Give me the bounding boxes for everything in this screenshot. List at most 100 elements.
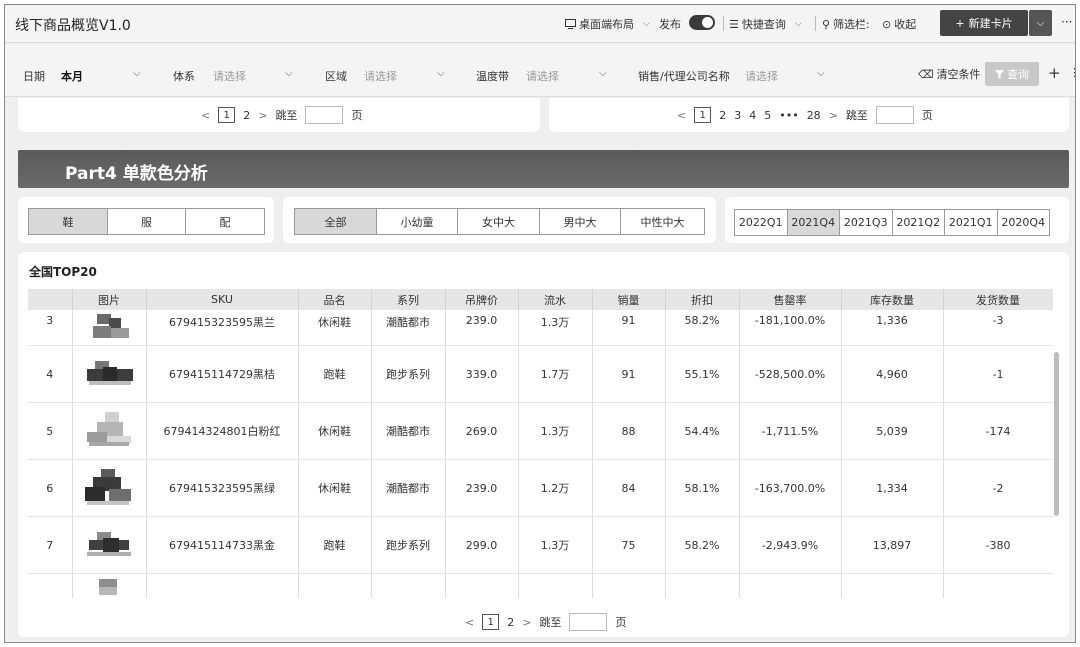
discount-cell: 55.1% bbox=[665, 345, 740, 403]
discount-cell: 58.2% bbox=[665, 310, 740, 346]
date-filter-select[interactable]: 本月 bbox=[61, 68, 83, 84]
table-scroll-area[interactable]: 图片 SKU 品名 系列 吊牌价 流水 销量 折扣 售罄率 库存数量 发货数量 bbox=[28, 289, 1053, 598]
publish-toggle[interactable] bbox=[689, 15, 715, 30]
prev-page-button[interactable]: < bbox=[465, 616, 474, 629]
filter-icon: ⚲ bbox=[822, 17, 831, 31]
tab-apparel[interactable]: 服 bbox=[108, 209, 186, 234]
pager-left: < 1 2 > 跳至 页 bbox=[201, 106, 362, 124]
goto-page-input[interactable] bbox=[305, 106, 344, 124]
company-filter-select[interactable]: 请选择 bbox=[745, 68, 778, 84]
table-row[interactable]: 5 679414324801白粉红 休闲鞋 潮酷都市 269.0 1.3万 88… bbox=[28, 402, 1053, 460]
page-link[interactable]: 2 bbox=[719, 109, 726, 122]
product-thumbnail bbox=[85, 314, 133, 342]
collapse-button[interactable]: ⊙ 收起 bbox=[882, 16, 916, 32]
current-page[interactable]: 1 bbox=[482, 614, 500, 630]
ellipsis[interactable]: ••• bbox=[779, 109, 798, 122]
new-card-button[interactable]: + 新建卡片 bbox=[940, 10, 1028, 36]
table-row[interactable]: 6 679415323595黑绿 休闲鞋 潮酷都市 239.0 1.2万 84 … bbox=[28, 459, 1053, 517]
temperature-filter-select[interactable]: 请选择 bbox=[526, 68, 559, 84]
tab-all[interactable]: 全部 bbox=[295, 209, 377, 234]
shipped-cell: -1 bbox=[943, 345, 1053, 403]
page-link[interactable]: 28 bbox=[807, 109, 821, 122]
add-filter-button[interactable]: + bbox=[1048, 64, 1061, 82]
table-row[interactable]: 4 679415114729黑桔 跑鞋 跑步系列 339.0 1.7万 91 5… bbox=[28, 345, 1053, 403]
tab-women[interactable]: 女中大 bbox=[458, 209, 540, 234]
next-page-button[interactable]: > bbox=[258, 109, 267, 122]
page-2-link[interactable]: 2 bbox=[243, 109, 250, 122]
price-cell: 239.0 bbox=[445, 310, 519, 346]
sellthrough-cell: -528,500.0% bbox=[739, 345, 842, 403]
product-image bbox=[72, 310, 147, 346]
sales-cell: 91 bbox=[592, 310, 666, 346]
tab-unisex[interactable]: 中性中大 bbox=[621, 209, 704, 234]
page-link[interactable]: 4 bbox=[749, 109, 756, 122]
toolbar-divider bbox=[723, 16, 724, 31]
tab-2020q4[interactable]: 2020Q4 bbox=[996, 209, 1050, 236]
clear-filters-button[interactable]: ⌫ 清空条件 bbox=[918, 66, 981, 82]
page-2-link[interactable]: 2 bbox=[507, 616, 514, 629]
tab-shoes[interactable]: 鞋 bbox=[29, 209, 108, 234]
quick-query-label: 快捷查询 bbox=[741, 18, 786, 31]
next-page-button[interactable]: > bbox=[522, 616, 531, 629]
monitor-icon bbox=[565, 19, 576, 29]
filter-bar: 日期 本月 ⌵ 体系 请选择 ⌵ 区域 请选择 ⌵ 温度带 请选择 ⌵ 销售/代… bbox=[5, 44, 1075, 97]
system-filter-select[interactable]: 请选择 bbox=[213, 68, 246, 84]
goto-label: 跳至 bbox=[275, 109, 298, 122]
table-scrollbar[interactable] bbox=[1054, 352, 1059, 516]
tab-kids[interactable]: 小幼童 bbox=[377, 209, 458, 234]
query-button[interactable]: 查询 bbox=[985, 62, 1039, 86]
filter-bar-toggle[interactable]: ⚲ 筛选栏: bbox=[822, 16, 870, 32]
circle-up-icon: ⊙ bbox=[882, 17, 892, 31]
tab-accessories[interactable]: 配 bbox=[186, 209, 264, 234]
tab-2021q1[interactable]: 2021Q1 bbox=[944, 209, 998, 236]
filter-bar-label: 筛选栏: bbox=[833, 18, 870, 31]
new-card-dropdown[interactable]: ⌵ bbox=[1029, 10, 1052, 36]
prev-page-button[interactable]: < bbox=[201, 109, 210, 122]
quick-query-button[interactable]: ☰ 快捷查询 ⌵ bbox=[729, 16, 802, 32]
section-title: Part4 单款色分析 bbox=[65, 164, 208, 184]
page-link[interactable]: 5 bbox=[764, 109, 771, 122]
sales-cell bbox=[592, 573, 666, 598]
next-page-button[interactable]: > bbox=[829, 109, 838, 122]
table-row[interactable]: 3 679415323595黑兰 休闲鞋 潮酷都市 239.0 1.3万 91 … bbox=[28, 310, 1053, 346]
collapse-label: 收起 bbox=[894, 18, 917, 31]
section-banner: Part4 单款色分析 bbox=[18, 150, 1069, 188]
tab-2021q4[interactable]: 2021Q4 bbox=[786, 209, 840, 236]
name-cell: 跑鞋 bbox=[298, 345, 372, 403]
rank-cell: 5 bbox=[28, 402, 73, 460]
stock-cell bbox=[841, 573, 944, 598]
chevron-down-icon: ⌵ bbox=[817, 68, 825, 79]
more-menu-button[interactable]: ··· bbox=[1061, 15, 1072, 29]
prev-page-button[interactable]: < bbox=[677, 109, 686, 122]
goto-page-input[interactable] bbox=[875, 106, 914, 124]
desktop-layout-button[interactable]: 桌面端布局 ⌵ bbox=[565, 16, 650, 32]
goto-page-input[interactable] bbox=[569, 613, 608, 631]
region-filter-select[interactable]: 请选择 bbox=[364, 68, 397, 84]
series-cell: 跑步系列 bbox=[371, 516, 446, 574]
series-cell: 潮酷都市 bbox=[371, 459, 446, 517]
group-tabs-panel: 全部 小幼童 女中大 男中大 中性中大 bbox=[283, 197, 716, 243]
sku-cell: 679415323595黑兰 bbox=[146, 310, 299, 346]
current-page[interactable]: 1 bbox=[218, 107, 236, 123]
flow-cell: 1.3万 bbox=[518, 516, 593, 574]
table-row[interactable] bbox=[28, 573, 1053, 598]
product-image bbox=[72, 345, 147, 403]
top-toolbar: 线下商品概览V1.0 桌面端布局 ⌵ 发布 ☰ 快捷查询 ⌵ ⚲ 筛选栏: ⊙ … bbox=[5, 5, 1075, 43]
chevron-down-icon: ⌵ bbox=[1036, 17, 1045, 29]
tab-2021q3[interactable]: 2021Q3 bbox=[839, 209, 893, 236]
page-unit-label: 页 bbox=[615, 616, 627, 629]
discount-cell: 58.1% bbox=[665, 459, 740, 517]
table-header-row: 图片 SKU 品名 系列 吊牌价 流水 销量 折扣 售罄率 库存数量 发货数量 bbox=[28, 289, 1053, 310]
tab-2021q2[interactable]: 2021Q2 bbox=[891, 209, 945, 236]
current-page[interactable]: 1 bbox=[694, 107, 712, 123]
filter-more-button[interactable]: ⋮ bbox=[1069, 66, 1075, 79]
quarter-tabs: 2022Q1 2021Q4 2021Q3 2021Q2 2021Q1 2020Q… bbox=[734, 209, 1050, 236]
page-link[interactable]: 3 bbox=[734, 109, 741, 122]
tab-men[interactable]: 男中大 bbox=[540, 209, 621, 234]
tab-2022q1[interactable]: 2022Q1 bbox=[734, 209, 788, 236]
rank-cell bbox=[28, 573, 73, 598]
sku-cell: 679415114729黑桔 bbox=[146, 345, 299, 403]
column-header: 图片 bbox=[72, 289, 147, 310]
goto-label: 跳至 bbox=[845, 109, 868, 122]
table-row[interactable]: 7 679415114733黑金 跑鞋 跑步系列 299.0 1.3万 75 5… bbox=[28, 516, 1053, 574]
